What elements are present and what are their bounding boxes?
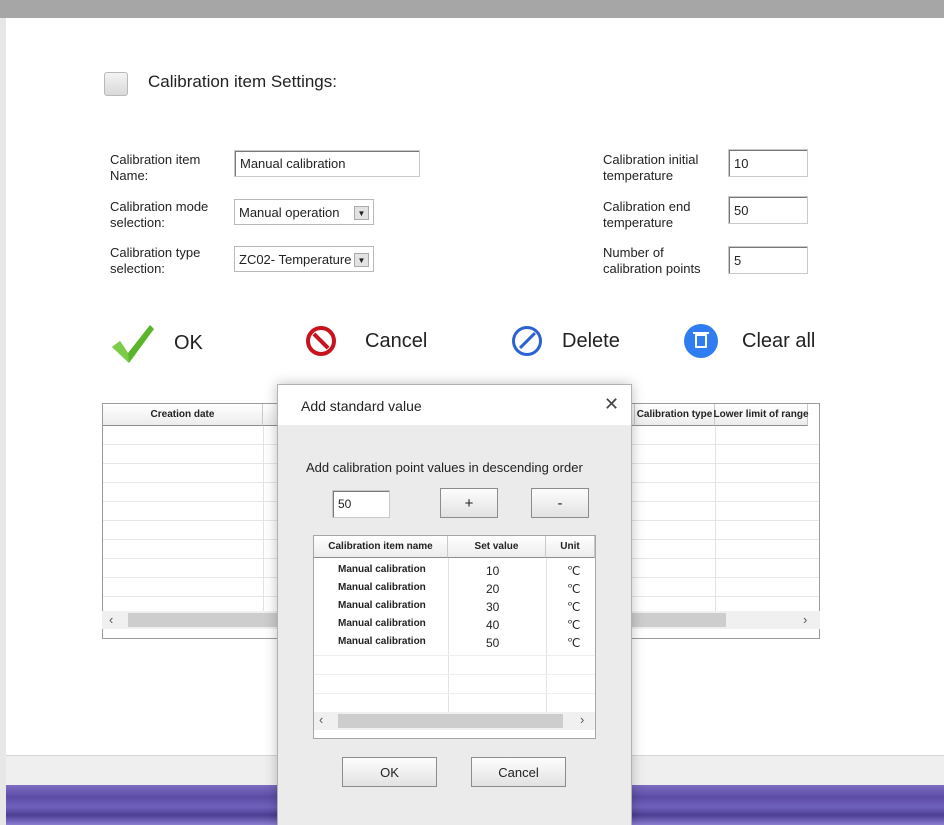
column-header[interactable]: Calibration item name <box>314 536 448 558</box>
table-row[interactable]: Manual calibration 50 ℃ <box>314 634 595 652</box>
delete-label: Delete <box>562 329 620 352</box>
chevron-down-icon[interactable]: ▼ <box>354 253 369 267</box>
row-unit: ℃ <box>567 564 581 578</box>
dialog-instruction: Add calibration point values in descendi… <box>306 460 583 475</box>
mode-label: Calibration mode selection: <box>110 199 209 230</box>
row-value: 50 <box>486 636 500 650</box>
calibration-points-table[interactable]: Calibration item name Set value Unit Man… <box>313 535 596 739</box>
row-name: Manual calibration <box>338 636 426 647</box>
row-unit: ℃ <box>567 600 581 614</box>
table-row[interactable]: Manual calibration 20 ℃ <box>314 580 595 598</box>
table-row[interactable]: Manual calibration 10 ℃ <box>314 562 595 580</box>
init-temp-input[interactable]: 10 <box>728 149 808 177</box>
checkmark-icon <box>112 325 154 363</box>
prohibited-icon <box>512 326 542 356</box>
cancel-button[interactable]: Cancel <box>306 326 427 356</box>
column-header[interactable]: Set value <box>448 536 546 558</box>
item-name-input[interactable]: Manual calibration <box>234 150 420 177</box>
init-temp-label: Calibration initial temperature <box>603 152 699 183</box>
row-name: Manual calibration <box>338 618 426 629</box>
row-value: 10 <box>486 564 500 578</box>
settings-checkbox[interactable] <box>104 72 128 96</box>
dialog-ok-button[interactable]: OK <box>342 757 437 787</box>
type-select[interactable]: ZC02- Temperature ▼ <box>234 246 374 272</box>
item-name-label: Calibration item Name: <box>110 152 201 183</box>
row-value: 40 <box>486 618 500 632</box>
column-header[interactable]: Calibration type <box>635 404 715 426</box>
row-name: Manual calibration <box>338 600 426 611</box>
scrollbar-thumb[interactable] <box>338 714 563 728</box>
ok-button[interactable]: OK <box>108 321 203 365</box>
add-point-button[interactable]: + <box>440 488 498 518</box>
points-input[interactable]: 5 <box>728 246 808 274</box>
scroll-right-icon[interactable]: › <box>803 612 807 627</box>
type-select-value: ZC02- Temperature <box>239 251 352 267</box>
cancel-label: Cancel <box>365 329 428 352</box>
table-row[interactable]: Manual calibration 30 ℃ <box>314 598 595 616</box>
clear-all-label: Clear all <box>742 329 816 352</box>
column-header[interactable]: Lower limit of range <box>714 404 809 426</box>
point-value-input[interactable]: 50 <box>332 490 390 518</box>
scroll-left-icon[interactable]: ‹ <box>319 712 323 727</box>
delete-button[interactable]: Delete <box>512 326 620 356</box>
mode-select-value: Manual operation <box>239 204 340 220</box>
remove-point-button[interactable]: - <box>531 488 589 518</box>
row-unit: ℃ <box>567 636 581 650</box>
row-unit: ℃ <box>567 582 581 596</box>
mode-select[interactable]: Manual operation ▼ <box>234 199 374 225</box>
scroll-right-icon[interactable]: › <box>580 712 584 727</box>
row-unit: ℃ <box>567 618 581 632</box>
table-row[interactable]: Manual calibration 40 ℃ <box>314 616 595 634</box>
column-header[interactable]: Unit <box>546 536 595 558</box>
end-temp-input[interactable]: 50 <box>728 196 808 224</box>
settings-heading: Calibration item Settings: <box>148 72 337 91</box>
trash-icon <box>684 324 718 358</box>
points-label: Number of calibration points <box>603 245 701 276</box>
close-icon[interactable]: ✕ <box>604 394 619 415</box>
type-label: Calibration type selection: <box>110 245 201 276</box>
scroll-left-icon[interactable]: ‹ <box>109 612 113 627</box>
dialog-cancel-button[interactable]: Cancel <box>471 757 566 787</box>
window-top-bar <box>0 0 944 18</box>
row-value: 20 <box>486 582 500 596</box>
no-entry-icon <box>306 326 336 356</box>
chevron-down-icon[interactable]: ▼ <box>354 206 369 220</box>
clear-all-button[interactable]: Clear all <box>684 324 815 358</box>
dialog-title: Add standard value <box>301 398 422 414</box>
row-name: Manual calibration <box>338 582 426 593</box>
end-temp-label: Calibration end temperature <box>603 199 691 230</box>
row-name: Manual calibration <box>338 564 426 575</box>
column-header[interactable]: Creation date <box>103 404 263 426</box>
window-left-border <box>0 18 6 825</box>
row-value: 30 <box>486 600 500 614</box>
ok-label: OK <box>174 331 203 354</box>
